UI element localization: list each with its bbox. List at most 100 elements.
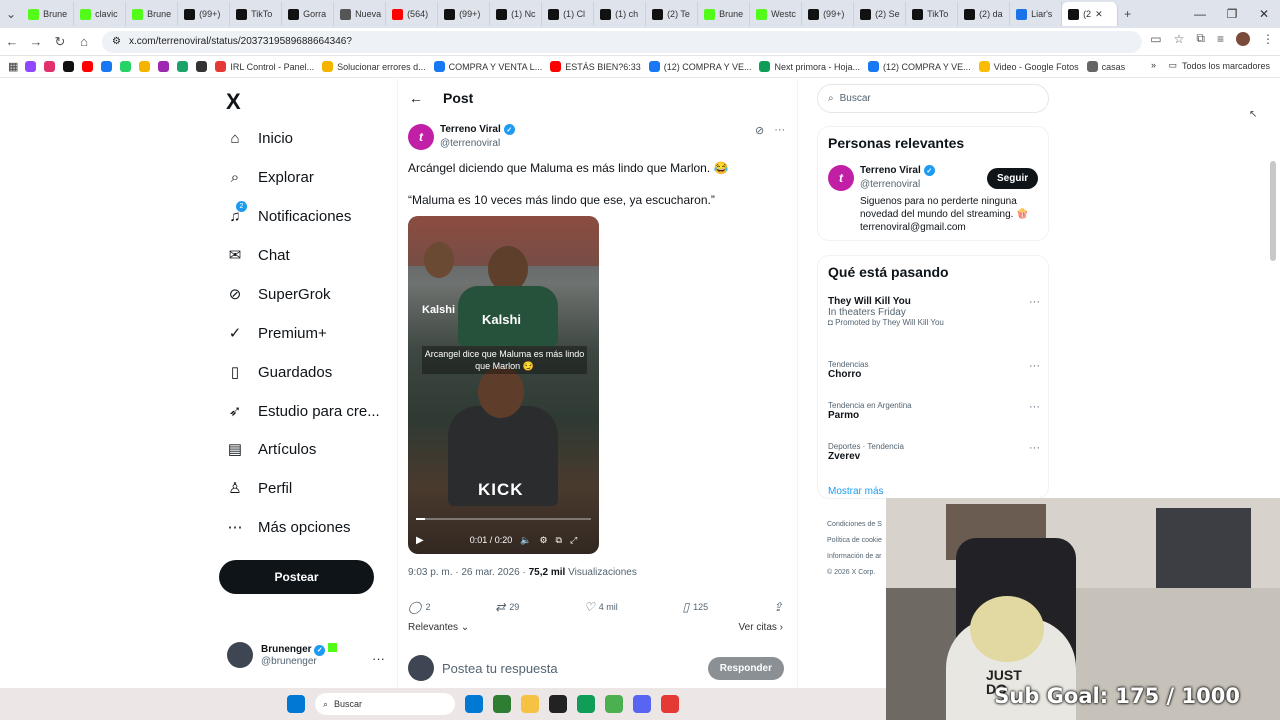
bookmark[interactable] (177, 61, 189, 72)
browser-tab[interactable]: (1) ch (594, 2, 647, 26)
browser-tab[interactable]: Gorra (282, 2, 335, 26)
author-handle[interactable]: @terrenoviral (440, 138, 500, 149)
bookmark[interactable]: casas (1086, 61, 1125, 72)
taskbar-app-icon[interactable] (549, 695, 567, 713)
restore-icon[interactable]: ❐ (1216, 7, 1248, 21)
view-quotes-link[interactable]: Ver citas › (739, 622, 783, 633)
play-icon[interactable]: ▶ (416, 535, 424, 546)
browser-tab[interactable]: TikTo (906, 2, 959, 26)
browser-tab[interactable]: (99+) (178, 2, 231, 26)
taskbar-search[interactable]: ⌕ Buscar (315, 693, 455, 715)
reply-action[interactable]: ◯ 2 (408, 600, 430, 614)
windows-start-icon[interactable] (287, 695, 305, 713)
active-tab[interactable]: (2 ✕ (1062, 2, 1119, 26)
bookmark[interactable] (101, 61, 113, 72)
reload-icon[interactable]: ↻ (48, 34, 72, 50)
more-options-icon[interactable]: ··· (774, 124, 785, 137)
bookmark[interactable]: Video - Google Fotos (978, 61, 1079, 72)
nav-item-notificaciones[interactable]: ♫ 2 Notificaciones (226, 201, 351, 225)
reply-button[interactable]: Responder (707, 656, 784, 680)
apps-grid-icon[interactable]: ▦ (8, 60, 18, 73)
minimize-icon[interactable]: — (1184, 7, 1216, 21)
browser-tab[interactable]: clavic (74, 2, 127, 26)
back-nav-icon[interactable]: ← (0, 34, 24, 49)
bookmarks-more-icon[interactable]: » (1151, 60, 1156, 70)
author-name-row[interactable]: Terreno Viral ✓ (440, 124, 515, 135)
relevant-avatar[interactable]: t (828, 165, 854, 191)
sort-dropdown[interactable]: Relevantes ⌄ (408, 622, 469, 633)
bookmark[interactable]: Solucionar errores d... (322, 61, 426, 72)
nav-item-artículos[interactable]: ▤ Artículos (226, 440, 316, 459)
browser-tab[interactable]: (2) Te (646, 2, 699, 26)
bookmark[interactable]: Next primora - Hoja... (759, 61, 860, 72)
bookmark-action[interactable]: ▯ 125 (683, 600, 709, 614)
menu-icon[interactable]: ⋮ (1262, 32, 1274, 46)
author-avatar[interactable]: t (408, 124, 434, 150)
taskbar-app-icon[interactable] (661, 695, 679, 713)
nav-item-explorar[interactable]: ⌕ Explorar (226, 168, 314, 186)
browser-tab[interactable]: Liar's (1010, 2, 1063, 26)
browser-tab[interactable]: (99+) (802, 2, 855, 26)
browser-tab[interactable]: Brune (22, 2, 75, 26)
x-logo-icon[interactable]: X (226, 89, 241, 115)
back-arrow-icon[interactable]: ← (409, 90, 423, 106)
forward-nav-icon[interactable]: → (24, 34, 48, 49)
browser-tab[interactable]: Nueva (334, 2, 387, 26)
nav-item-estudio-para-cre[interactable]: ➶ Estudio para cre... (226, 402, 380, 421)
share-action[interactable]: ⇪ (773, 600, 783, 614)
bookmark[interactable] (82, 61, 94, 72)
bookmark[interactable] (63, 61, 75, 72)
taskbar-app-icon[interactable] (605, 695, 623, 713)
show-more-link[interactable]: Mostrar más (828, 486, 884, 497)
nav-item-supergrok[interactable]: ⊘ SuperGrok (226, 285, 331, 304)
extensions-icon[interactable]: ⧉ (1196, 31, 1205, 46)
star-icon[interactable]: ☆ (1174, 32, 1185, 46)
browser-tab[interactable]: (2) da (958, 2, 1011, 26)
like-action[interactable]: ♡ 4 mil (584, 600, 618, 614)
bookmark[interactable]: IRL Control - Panel... (215, 61, 314, 72)
pip-icon[interactable]: ⧉ (556, 535, 562, 546)
relevant-handle[interactable]: @terrenoviral (860, 179, 920, 190)
media-icon[interactable]: ≡ (1217, 32, 1224, 46)
home-nav-icon[interactable]: ⌂ (72, 34, 96, 49)
relevant-name-row[interactable]: Terreno Viral ✓ (860, 165, 935, 176)
browser-tab[interactable]: Brune (126, 2, 179, 26)
post-button[interactable]: Postear (219, 560, 374, 594)
trend-more-icon[interactable]: ··· (1029, 360, 1040, 372)
trend-item[interactable]: Tendencia en Argentina Parmo ··· (828, 401, 1040, 421)
fullscreen-icon[interactable]: ⤢ (570, 535, 577, 546)
browser-tab[interactable]: Brune (698, 2, 751, 26)
bookmark[interactable]: ESTÁS BIEN?6:33 (550, 61, 641, 72)
profile-avatar-icon[interactable] (1236, 31, 1250, 46)
search-input[interactable]: ⌕ Buscar (817, 84, 1049, 113)
trend-item[interactable]: Deportes · Tendencia Zverev ··· (828, 442, 1040, 462)
follow-button[interactable]: Seguir (987, 168, 1039, 189)
account-switcher[interactable]: Brunenger ✓ @brunenger (227, 642, 338, 668)
repost-action[interactable]: ⇄ 29 (495, 600, 519, 614)
footer-link[interactable]: Condiciones de S (827, 517, 882, 533)
browser-tab[interactable]: (564) (386, 2, 439, 26)
footer-link[interactable]: Política de cookie (827, 533, 882, 549)
close-window-icon[interactable]: ✕ (1248, 7, 1280, 21)
bookmark[interactable] (44, 61, 56, 72)
bookmark[interactable] (120, 61, 132, 72)
nav-item-inicio[interactable]: ⌂ Inicio (226, 129, 293, 147)
nav-item-chat[interactable]: ✉ Chat (226, 246, 290, 265)
volume-icon[interactable]: 🔈 (520, 535, 531, 546)
taskbar-app-icon[interactable] (633, 695, 651, 713)
post-timestamp[interactable]: 9:03 p. m. · 26 mar. 2026 · (408, 567, 529, 578)
scrollbar[interactable] (1270, 161, 1276, 261)
bookmark[interactable] (196, 61, 208, 72)
footer-link[interactable]: Información de ar (827, 549, 882, 565)
browser-tab[interactable]: (1) Cl (542, 2, 595, 26)
video-progress-bar[interactable] (416, 518, 591, 520)
settings-icon[interactable]: ⚙ (539, 535, 547, 546)
bookmark[interactable] (139, 61, 151, 72)
browser-tab[interactable]: Westc (750, 2, 803, 26)
browser-tab[interactable]: (1) Nc (490, 2, 543, 26)
browser-tab[interactable]: (99+) (438, 2, 491, 26)
close-tab-icon[interactable]: ✕ (1095, 9, 1103, 20)
trend-more-icon[interactable]: ··· (1029, 296, 1040, 308)
trend-more-icon[interactable]: ··· (1029, 401, 1040, 413)
nav-item-guardados[interactable]: ▯ Guardados (226, 363, 332, 382)
